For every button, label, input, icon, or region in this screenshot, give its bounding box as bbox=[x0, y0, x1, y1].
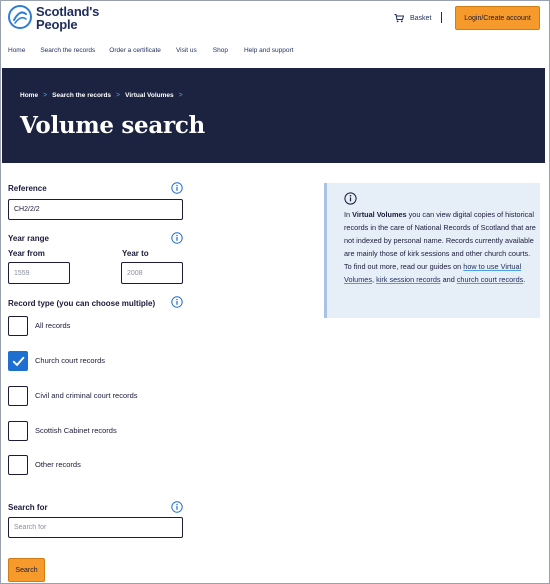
site-header: Scotland's People Basket Login/Create ac… bbox=[1, 1, 549, 39]
year-range-info-icon[interactable] bbox=[171, 232, 183, 244]
header-divider bbox=[441, 12, 442, 23]
year-range-label: Year range bbox=[8, 234, 49, 243]
search-button[interactable]: Search bbox=[8, 558, 45, 582]
breadcrumb-chevron-icon: > bbox=[43, 92, 48, 99]
search-for-info-icon[interactable] bbox=[171, 501, 183, 513]
breadcrumb-chevron-icon: > bbox=[178, 92, 183, 99]
basket-icon bbox=[394, 14, 404, 23]
checkbox-scottish-cabinet-records[interactable] bbox=[8, 421, 28, 441]
nav-item-shop[interactable]: Shop bbox=[213, 47, 228, 61]
site-logo[interactable]: Scotland's People bbox=[8, 5, 99, 31]
year-from-input[interactable] bbox=[8, 262, 70, 284]
info-highlight-virtual-volumes: Virtual Volumes bbox=[352, 210, 407, 219]
checkmark-icon bbox=[12, 356, 25, 366]
logo-line-2: People bbox=[36, 17, 78, 32]
basket-label: Basket bbox=[410, 14, 432, 22]
breadcrumb-chevron-icon: > bbox=[116, 92, 121, 99]
checkbox-label-church-court-records: Church court records bbox=[35, 356, 106, 365]
breadcrumb: Home > Search the records > Virtual Volu… bbox=[20, 92, 188, 99]
nav-item-visit-us[interactable]: Visit us bbox=[176, 47, 197, 61]
nav-item-order-a-certificate[interactable]: Order a certificate bbox=[109, 47, 161, 61]
record-type-label: Record type (you can choose multiple) bbox=[8, 299, 156, 308]
checkbox-label-scottish-cabinet-records: Scottish Cabinet records bbox=[35, 426, 117, 435]
search-for-input[interactable] bbox=[8, 517, 183, 538]
info-panel-text: In Virtual Volumes you can view digital … bbox=[344, 210, 536, 284]
page-hero: Home > Search the records > Virtual Volu… bbox=[2, 68, 545, 163]
checkbox-church-court-records[interactable] bbox=[8, 351, 28, 371]
virtual-volumes-info-panel: In Virtual Volumes you can view digital … bbox=[324, 183, 540, 318]
checkbox-label-all-records: All records bbox=[35, 321, 71, 330]
checkbox-label-civil-and-criminal-court-records: Civil and criminal court records bbox=[35, 391, 138, 400]
search-for-label: Search for bbox=[8, 503, 48, 512]
logo-icon bbox=[8, 5, 32, 29]
main-nav: Home Search the records Order a certific… bbox=[1, 47, 293, 61]
breadcrumb-virtual-volumes[interactable]: Virtual Volumes bbox=[125, 92, 174, 99]
checkbox-civil-and-criminal-court-records[interactable] bbox=[8, 386, 28, 406]
breadcrumb-search-the-records[interactable]: Search the records bbox=[52, 92, 111, 99]
login-create-account-button[interactable]: Login/Create account bbox=[455, 6, 540, 30]
checkbox-other-records[interactable] bbox=[8, 455, 28, 475]
checkbox-label-other-records: Other records bbox=[35, 460, 81, 469]
nav-item-help-and-support[interactable]: Help and support bbox=[244, 47, 294, 61]
reference-input[interactable] bbox=[8, 199, 183, 220]
basket-link[interactable]: Basket bbox=[394, 13, 431, 23]
breadcrumb-home[interactable]: Home bbox=[20, 92, 38, 99]
year-to-label: Year to bbox=[122, 249, 149, 258]
reference-label: Reference bbox=[8, 184, 47, 193]
page-title: Volume search bbox=[20, 112, 205, 139]
checkbox-all-records[interactable] bbox=[8, 316, 28, 336]
info-icon bbox=[344, 192, 357, 205]
year-from-label: Year from bbox=[8, 249, 45, 258]
record-type-info-icon[interactable] bbox=[171, 296, 183, 308]
nav-item-home[interactable]: Home bbox=[8, 47, 25, 61]
reference-info-icon[interactable] bbox=[171, 182, 183, 194]
link-church-court-records[interactable]: church court records bbox=[457, 275, 524, 284]
nav-item-search-the-records[interactable]: Search the records bbox=[40, 47, 95, 61]
year-to-input[interactable] bbox=[121, 262, 183, 284]
link-kirk-session-records[interactable]: kirk session records bbox=[376, 275, 440, 284]
